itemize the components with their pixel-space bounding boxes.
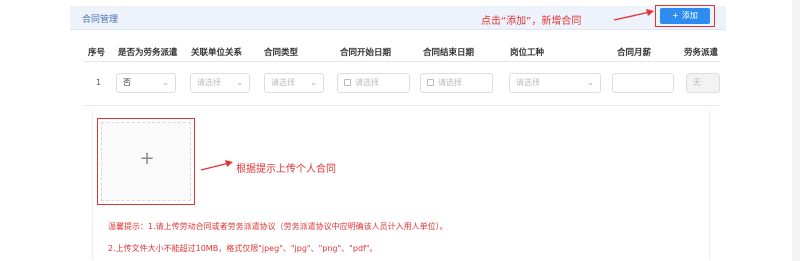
position-select[interactable]: 请选择 ⌄ [509, 73, 601, 93]
column-header: 岗位工种 [510, 48, 545, 58]
page: 合同管理 点击“添加”，新增合同 + 添加 序号 是否为劳务派遣 关联单位关系 合… [0, 0, 800, 261]
chevron-down-icon: ⌄ [310, 78, 317, 87]
column-header: 劳务派遣 [684, 48, 719, 58]
column-header: 合同结束日期 [423, 48, 475, 58]
plus-icon: + [672, 11, 679, 20]
end-date-picker[interactable]: 请选择 [420, 73, 493, 93]
unit-relation-placeholder: 请选择 [197, 78, 221, 87]
plus-icon: + [139, 148, 155, 169]
dispatch-unit-value: 无 [693, 78, 701, 87]
tip-line-1: 温馨提示：1.请上传劳动合同或者劳务派遣协议（劳务派遣协议中应明确该人员计入用人… [108, 222, 448, 231]
annotation-arrow-icon [613, 9, 654, 21]
start-date-placeholder: 请选择 [355, 78, 379, 87]
table-row: 1 否 ⌄ 请选择 ⌄ 请选择 ⌄ 请选择 请选择 请选择 ⌄ 无 [84, 62, 720, 106]
annotation-add-hint: 点击“添加”，新增合同 [481, 16, 582, 27]
chevron-down-icon: ⌄ [162, 78, 169, 87]
start-date-picker[interactable]: 请选择 [337, 73, 410, 93]
dispatch-select[interactable]: 否 ⌄ [116, 73, 176, 93]
upload-button[interactable]: + [101, 122, 191, 201]
add-button-label: 添加 [681, 11, 698, 20]
position-placeholder: 请选择 [516, 78, 540, 87]
annotation-arrow-icon [200, 160, 233, 171]
salary-input[interactable] [612, 73, 674, 93]
column-header: 合同开始日期 [340, 48, 392, 58]
annotation-upload-hint: 根据提示上传个人合同 [236, 164, 336, 175]
chevron-down-icon: ⌄ [587, 78, 594, 87]
row-index: 1 [96, 78, 102, 87]
chevron-down-icon: ⌄ [236, 78, 243, 87]
calendar-icon [344, 79, 351, 86]
column-header: 合同月薪 [617, 48, 652, 58]
unit-relation-select[interactable]: 请选择 ⌄ [190, 73, 250, 93]
column-header: 合同类型 [264, 48, 299, 58]
contract-table: 序号 是否为劳务派遣 关联单位关系 合同类型 合同开始日期 合同结束日期 岗位工… [84, 40, 720, 110]
column-header: 关联单位关系 [191, 48, 243, 58]
contract-type-placeholder: 请选择 [271, 78, 295, 87]
tip-line-2: 2.上传文件大小不能超过10MB，格式仅限"jpeg"、"jpg"、"png"、… [108, 244, 378, 253]
add-button[interactable]: + 添加 [660, 8, 710, 24]
scrollbar[interactable] [792, 0, 800, 261]
table-header: 序号 是否为劳务派遣 关联单位关系 合同类型 合同开始日期 合同结束日期 岗位工… [84, 40, 720, 62]
column-header: 序号 [88, 48, 106, 58]
column-header: 是否为劳务派遣 [118, 48, 178, 58]
dispatch-select-value: 否 [123, 78, 131, 87]
contract-type-select[interactable]: 请选择 ⌄ [264, 73, 324, 93]
calendar-icon [427, 79, 434, 86]
end-date-placeholder: 请选择 [438, 78, 462, 87]
dispatch-unit-field[interactable]: 无 [686, 73, 720, 93]
section-title: 合同管理 [82, 15, 119, 25]
